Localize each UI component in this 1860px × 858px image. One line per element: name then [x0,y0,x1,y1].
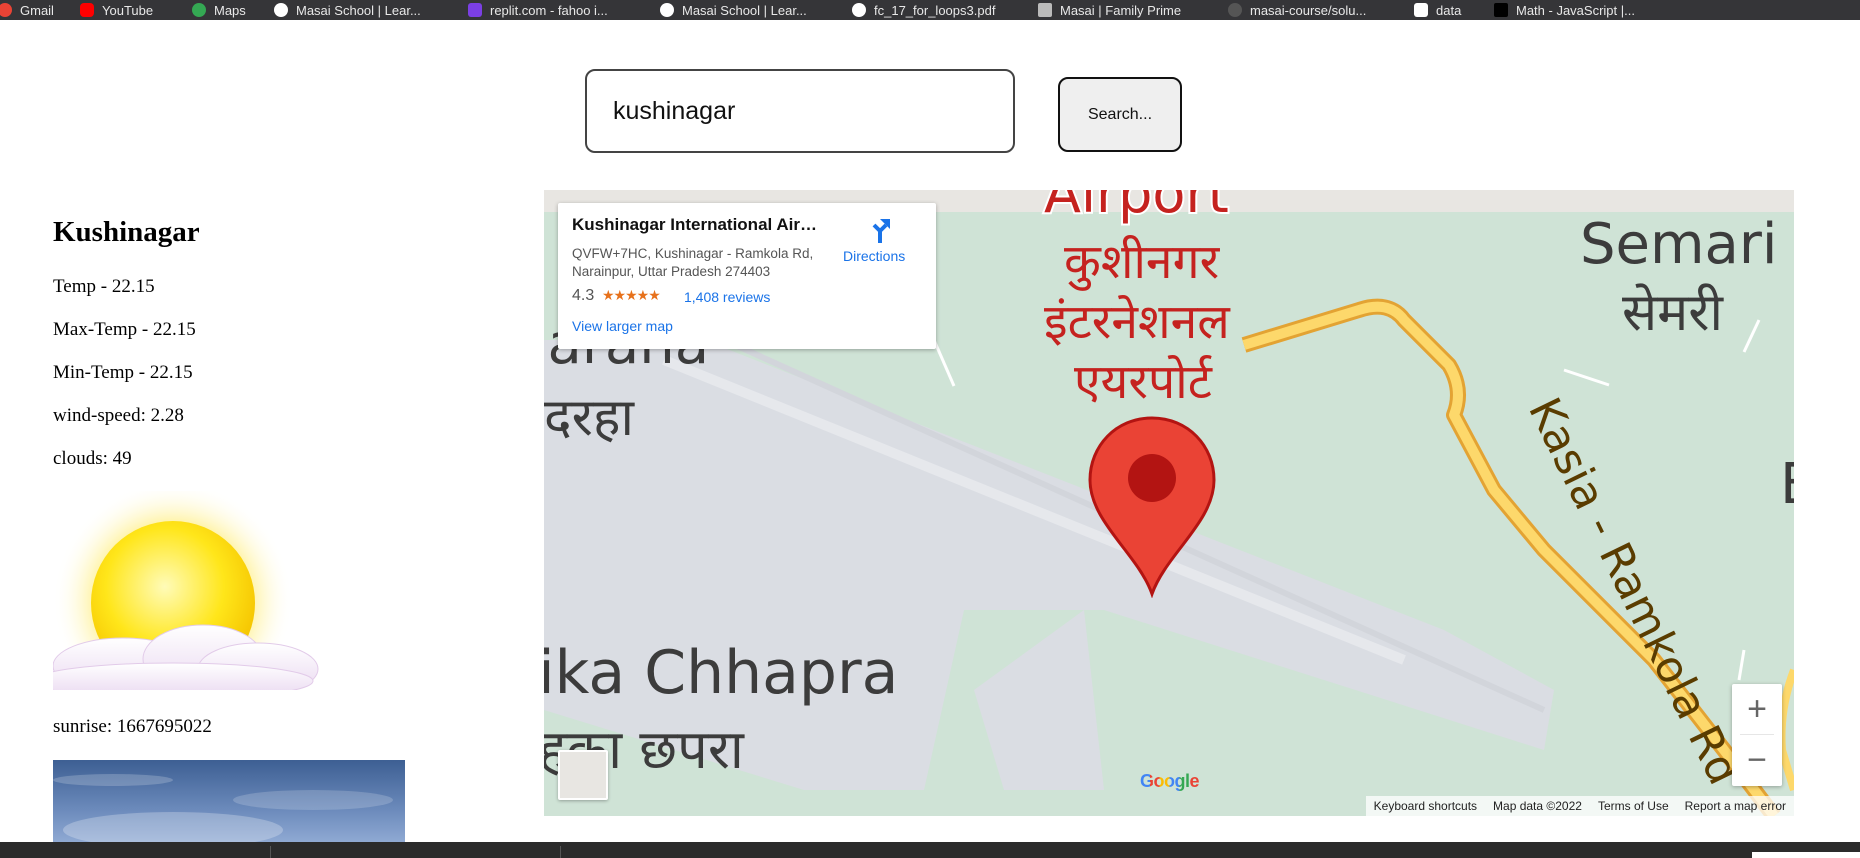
zoom-in-button[interactable]: + [1732,684,1782,734]
replit-icon [468,3,482,17]
report-map-error-link[interactable]: Report a map error [1677,799,1794,813]
directions-icon[interactable] [868,217,892,243]
place-rating: 4.3 [572,287,595,304]
wind-speed: wind-speed: 2.28 [53,405,184,426]
keyboard-shortcuts-link[interactable]: Keyboard shortcuts [1366,799,1485,813]
bookmark-label: fc_17_for_loops3.pdf [874,2,996,18]
mdn-icon [1494,3,1508,17]
bookmark-label: replit.com - fahoo i... [490,2,608,18]
bookmark-gmail[interactable]: Gmail [0,0,54,20]
city-name: Kushinagar [53,216,200,248]
map-label-airport-hindi-1: कुशीनगर [1064,234,1220,290]
terms-of-use-link[interactable]: Terms of Use [1590,799,1677,813]
bookmark-label: masai-course/solu... [1250,2,1367,18]
bookmark-label: Masai | Family Prime [1060,2,1182,18]
map-embed[interactable]: Airport कुशीनगर इंटरनेशनल एयरपोर्ट Semar… [544,190,1794,816]
street-view-pegman[interactable] [558,750,608,800]
gmail-icon [0,3,12,17]
sun-behind-cloud-icon [53,491,321,690]
map-label-airport-hindi-3: एयरपोर्ट [1074,354,1212,410]
place-info-card: Kushinagar International Airp... QVFW+7H… [558,203,936,349]
bookmark-github[interactable]: masai-course/solu... [1228,0,1366,20]
map-label-airport-hindi-2: इंटरनेशनल [1044,294,1230,350]
bookmark-label: Math - JavaScript |... [1516,2,1635,18]
map-data-text: Map data ©2022 [1493,799,1582,813]
bookmark-pdf[interactable]: fc_17_for_loops3.pdf [852,0,995,20]
map-label-semari: Semari [1580,212,1778,277]
taskbar [0,842,1860,858]
github-icon [1228,3,1242,17]
bookmark-label: Masai School | Lear... [682,2,807,18]
masai-icon [660,3,674,17]
bookmark-label: data [1436,2,1462,18]
maps-icon [192,3,206,17]
sunrise: sunrise: 1667695022 [53,716,212,737]
sky-image [53,760,405,842]
google-logo: Google [1140,771,1200,792]
bookmark-data[interactable]: data [1414,0,1461,20]
search-button[interactable]: Search... [1058,77,1182,152]
data-icon [1414,3,1428,17]
google-logo-text: Google [1140,771,1200,791]
city-search-input[interactable] [585,69,1015,153]
bookmark-masai-school-2[interactable]: Masai School | Lear... [660,0,807,20]
clouds: clouds: 49 [53,448,132,469]
bookmark-youtube[interactable]: YouTube [80,0,153,20]
page-icon [1038,3,1052,17]
zoom-controls: + − [1732,684,1782,786]
pdf-icon [852,3,866,17]
taskbar-highlight [1752,852,1860,858]
map-label-left-hindi: दरहा [544,388,634,448]
temperature: Temp - 22.15 [53,276,155,297]
max-temperature: Max-Temp - 22.15 [53,319,196,340]
bookmarks-bar: Gmail YouTube Maps Masai School | Lear..… [0,0,1860,20]
masai-icon [274,3,288,17]
reviews-link[interactable]: 1,408 reviews [684,289,770,305]
bookmark-mdn[interactable]: Math - JavaScript |... [1494,0,1635,20]
bookmark-label: Masai School | Lear... [296,2,421,18]
view-larger-map-link[interactable]: View larger map [572,318,673,334]
bookmark-maps[interactable]: Maps [192,0,246,20]
bookmark-label: Gmail [20,2,54,18]
min-temperature: Min-Temp - 22.15 [53,362,193,383]
taskbar-divider [270,846,271,858]
bookmark-label: Maps [214,2,246,18]
map-label-edge: E [1780,452,1794,517]
map-label-chhapra: ika Chhapra [544,638,899,708]
bookmark-replit[interactable]: replit.com - fahoo i... [468,0,608,20]
map-pin-icon[interactable] [1086,414,1218,598]
directions-link[interactable]: Directions [843,248,905,264]
zoom-out-button[interactable]: − [1732,735,1782,785]
place-address: QVFW+7HC, Kushinagar - Ramkola Rd, Narai… [572,246,814,279]
youtube-icon [80,3,94,17]
star-rating-icon: ★★★★★ [602,287,661,303]
bookmark-masai-school[interactable]: Masai School | Lear... [274,0,421,20]
map-label-semari-hindi: सेमरी [1622,283,1723,343]
map-attribution-bar: Keyboard shortcuts Map data ©2022 Terms … [1365,796,1794,816]
map-label-airport: Airport [1042,190,1231,227]
bookmark-family-prime[interactable]: Masai | Family Prime [1038,0,1181,20]
place-name: Kushinagar International Airp... [572,215,822,234]
taskbar-divider [560,846,561,858]
bookmark-label: YouTube [102,2,154,18]
